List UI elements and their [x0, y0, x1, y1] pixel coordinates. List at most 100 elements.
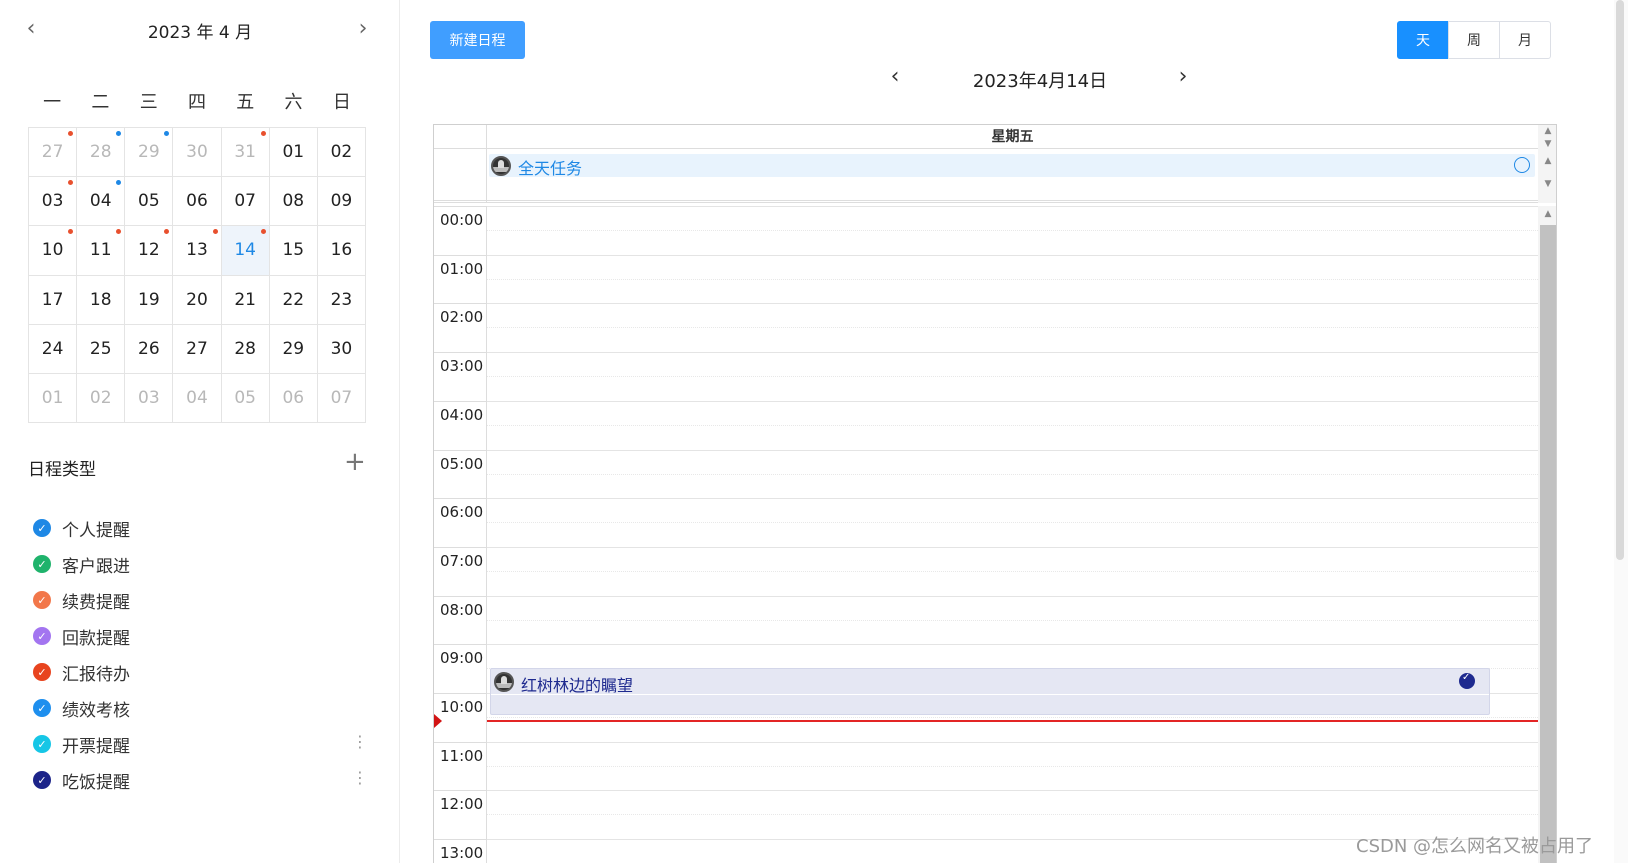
day-cell[interactable]: 22 — [269, 275, 318, 325]
hour-slot[interactable]: 08:00 — [434, 595, 1538, 645]
schedule-type-item[interactable]: ✓ 吃饭提醒 ⋮ — [30, 762, 370, 798]
time-grid-scrollbar[interactable]: ▲ — [1538, 206, 1556, 863]
new-schedule-button[interactable]: 新建日程 — [430, 21, 525, 59]
schedule-type-item[interactable]: ✓ 个人提醒 — [30, 510, 370, 546]
selected-day-cell[interactable]: 14 — [221, 226, 270, 276]
check-icon[interactable]: ✓ — [33, 519, 51, 537]
day-cell[interactable]: 16 — [317, 226, 366, 276]
scroll-up-icon[interactable]: ▲ — [1538, 125, 1556, 138]
day-cell[interactable]: 01 — [269, 128, 318, 178]
day-cell[interactable]: 06 — [269, 373, 318, 423]
schedule-type-item[interactable]: ✓ 汇报待办 — [30, 654, 370, 690]
day-cell[interactable]: 30 — [317, 324, 366, 374]
day-cell[interactable]: 19 — [125, 275, 174, 325]
view-button[interactable]: 月 — [1499, 21, 1551, 59]
hour-slot[interactable]: 05:00 — [434, 449, 1538, 499]
chevron-left-icon[interactable]: ‹ — [17, 16, 45, 44]
view-button[interactable]: 天 — [1397, 21, 1449, 59]
check-icon[interactable]: ✓ — [33, 771, 51, 789]
day-cell[interactable]: 28 — [77, 128, 126, 178]
time-grid[interactable]: 00:00 01:00 02:00 03:00 04:00 05:00 06:00 07:00… — [434, 206, 1538, 863]
chevron-right-icon[interactable]: › — [1168, 64, 1198, 89]
day-cell[interactable]: 24 — [29, 324, 78, 374]
check-icon[interactable]: ✓ — [33, 735, 51, 753]
day-cell[interactable]: 02 — [317, 128, 366, 178]
day-cell[interactable]: 15 — [269, 226, 318, 276]
hour-slot[interactable]: 07:00 — [434, 546, 1538, 596]
day-number: 30 — [330, 338, 353, 359]
hour-label: 00:00 — [434, 206, 487, 255]
scrollbar-thumb[interactable] — [1616, 0, 1624, 560]
more-icon[interactable]: ⋮ — [352, 732, 368, 751]
more-icon[interactable]: ⋮ — [352, 768, 368, 787]
day-cell[interactable]: 30 — [173, 128, 222, 178]
check-icon[interactable]: ✓ — [33, 591, 51, 609]
hour-slot[interactable]: 04:00 — [434, 400, 1538, 450]
hour-label: 08:00 — [434, 595, 487, 645]
hour-slot[interactable]: 02:00 — [434, 303, 1538, 353]
schedule-type-item[interactable]: ✓ 绩效考核 — [30, 690, 370, 726]
scroll-up-icon[interactable]: ▲ — [1538, 206, 1556, 222]
day-cell[interactable]: 29 — [125, 128, 174, 178]
day-cell[interactable]: 11 — [77, 226, 126, 276]
view-button[interactable]: 周 — [1448, 21, 1500, 59]
day-cell[interactable]: 23 — [317, 275, 366, 325]
schedule-type-item[interactable]: ✓ 续费提醒 — [30, 582, 370, 618]
scroll-down-icon[interactable]: ▼ — [1538, 178, 1556, 191]
day-cell[interactable]: 04 — [77, 177, 126, 227]
day-cell[interactable]: 12 — [125, 226, 174, 276]
day-number: 30 — [186, 142, 208, 163]
day-cell[interactable]: 03 — [125, 373, 174, 423]
check-icon[interactable]: ✓ — [33, 699, 51, 717]
day-cell[interactable]: 04 — [173, 373, 222, 423]
day-cell[interactable]: 08 — [269, 177, 318, 227]
check-icon[interactable]: ✓ — [33, 555, 51, 573]
hour-slot[interactable]: 03:00 — [434, 352, 1538, 402]
day-cell[interactable]: 13 — [173, 226, 222, 276]
hour-label: 11:00 — [434, 741, 487, 791]
scroll-up-icon[interactable]: ▲ — [1538, 155, 1556, 168]
all-day-event[interactable]: 全天任务 — [489, 154, 1535, 178]
hour-slot[interactable]: 01:00 — [434, 254, 1538, 304]
day-cell[interactable]: 27 — [29, 128, 78, 178]
day-cell[interactable]: 05 — [125, 177, 174, 227]
timed-event[interactable]: 红树林边的瞩望 — [490, 668, 1490, 715]
day-cell[interactable]: 21 — [221, 275, 270, 325]
day-cell[interactable]: 17 — [29, 275, 78, 325]
schedule-type-item[interactable]: ✓ 回款提醒 — [30, 618, 370, 654]
hour-slot[interactable]: 11:00 — [434, 741, 1538, 791]
day-cell[interactable]: 18 — [77, 275, 126, 325]
day-cell[interactable]: 07 — [317, 373, 366, 423]
day-cell[interactable]: 25 — [77, 324, 126, 374]
all-day-scrollbar[interactable]: ▲ ▼ ▲ ▼ — [1538, 125, 1556, 203]
day-cell[interactable]: 27 — [173, 324, 222, 374]
scroll-down-icon[interactable]: ▼ — [1538, 138, 1556, 151]
day-cell[interactable]: 28 — [221, 324, 270, 374]
day-cell[interactable]: 09 — [317, 177, 366, 227]
completed-status-icon[interactable] — [1459, 672, 1475, 689]
hour-slot[interactable]: 06:00 — [434, 498, 1538, 548]
add-type-icon[interactable]: + — [344, 448, 366, 476]
hour-slot[interactable]: 00:00 — [434, 206, 1538, 255]
day-cell[interactable]: 29 — [269, 324, 318, 374]
incomplete-status-icon[interactable] — [1514, 157, 1530, 173]
schedule-type-item[interactable]: ✓ 开票提醒 ⋮ — [30, 726, 370, 762]
day-cell[interactable]: 26 — [125, 324, 174, 374]
check-icon[interactable]: ✓ — [33, 663, 51, 681]
check-icon[interactable]: ✓ — [33, 627, 51, 645]
day-cell[interactable]: 02 — [77, 373, 126, 423]
day-cell[interactable]: 06 — [173, 177, 222, 227]
day-cell[interactable]: 07 — [221, 177, 270, 227]
scrollbar-thumb[interactable] — [1540, 225, 1556, 863]
day-cell[interactable]: 03 — [29, 177, 78, 227]
day-cell[interactable]: 01 — [29, 373, 78, 423]
day-cell[interactable]: 31 — [221, 128, 270, 178]
page-scrollbar[interactable] — [1614, 0, 1628, 863]
schedule-type-item[interactable]: ✓ 客户跟进 — [30, 546, 370, 582]
day-cell[interactable]: 10 — [29, 226, 78, 276]
day-cell[interactable]: 20 — [173, 275, 222, 325]
hour-line — [487, 352, 1538, 354]
chevron-right-icon[interactable]: › — [349, 16, 377, 44]
day-cell[interactable]: 05 — [221, 373, 270, 423]
chevron-left-icon[interactable]: ‹ — [880, 64, 910, 89]
